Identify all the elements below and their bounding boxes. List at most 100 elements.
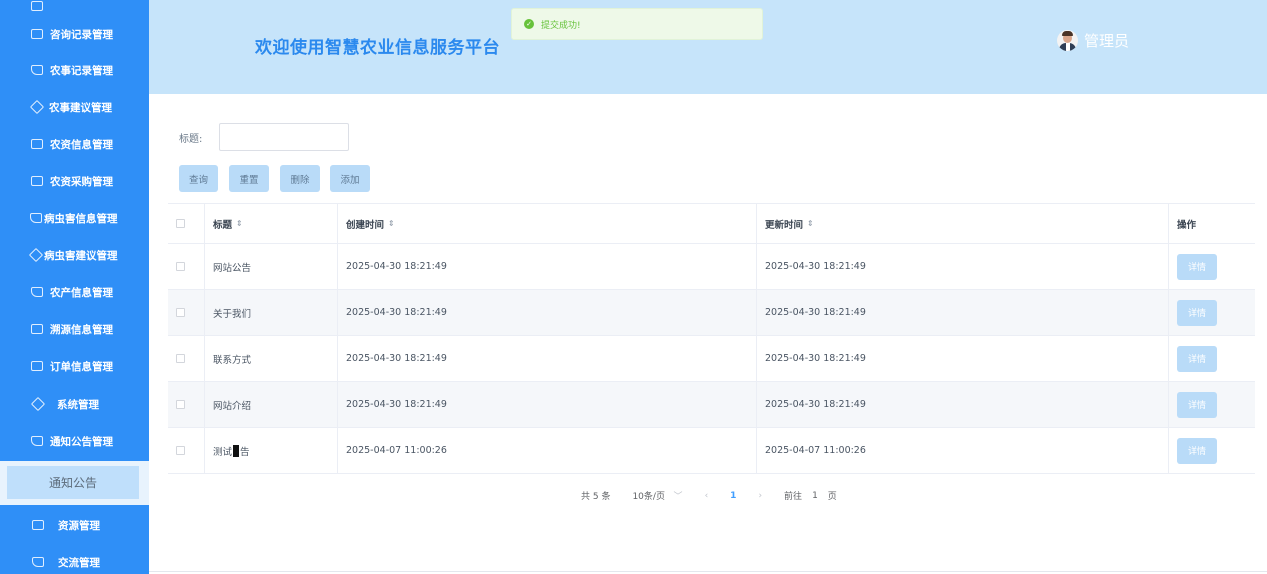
diamond-icon [28, 247, 44, 263]
checkbox-cell [168, 244, 205, 289]
sidebar-item-product-info[interactable]: 农产信息管理 [0, 274, 149, 310]
table-header-row: 标题 ⇕ 创建时间 ⇕ 更新时间 ⇕ 操作 [168, 204, 1255, 244]
toast-message: 提交成功! [541, 20, 581, 31]
search-title-input[interactable] [219, 123, 349, 151]
sidebar-item-resource[interactable]: 资源管理 [0, 507, 149, 543]
sidebar-item-label: 农事建议管理 [49, 101, 112, 114]
sidebar-item-farm-advice[interactable]: 农事建议管理 [0, 89, 149, 125]
pagination: 共 5 条 10条/页 ﹀ ‹ 1 › 前往 1 页 [581, 489, 837, 503]
row-checkbox[interactable] [176, 446, 185, 455]
sidebar-item-label: 通知公告管理 [50, 435, 113, 448]
success-toast: ✓ 提交成功! [511, 8, 763, 40]
created-cell: 2025-04-30 18:21:49 [338, 290, 757, 335]
created-cell: 2025-04-30 18:21:49 [338, 244, 757, 289]
checkbox-cell [168, 290, 205, 335]
title-cell: 网站介绍 [205, 382, 338, 427]
edit-icon [31, 287, 43, 297]
sidebar-item-label: 病虫害信息管理 [44, 212, 118, 225]
bottom-divider [149, 571, 1267, 572]
sidebar-item-supply-info[interactable]: 农资信息管理 [0, 126, 149, 162]
row-checkbox[interactable] [176, 400, 185, 409]
detail-button[interactable]: 详情 [1177, 253, 1217, 280]
updated-cell: 2025-04-30 18:21:49 [757, 244, 1169, 289]
chart-icon [31, 361, 43, 371]
query-button[interactable]: 查询 [179, 165, 218, 192]
detail-button[interactable]: 详情 [1177, 391, 1217, 418]
sidebar-item-exchange[interactable]: 交流管理 [0, 544, 149, 574]
user-menu[interactable]: 管理员 [1057, 30, 1129, 51]
diamond-icon [30, 396, 46, 412]
next-page-icon[interactable]: › [758, 491, 762, 501]
detail-button[interactable]: 详情 [1177, 345, 1217, 372]
updated-cell: 2025-04-30 18:21:49 [757, 290, 1169, 335]
sidebar-item-label: 交流管理 [58, 556, 100, 569]
actions-cell: 详情 [1169, 336, 1255, 381]
delete-button[interactable]: 删除 [280, 165, 320, 192]
actions-cell: 详情 [1169, 428, 1255, 473]
sidebar-item-supply-purchase[interactable]: 农资采购管理 [0, 163, 149, 199]
edit-icon [31, 65, 43, 75]
header: 欢迎使用智慧农业信息服务平台 ✓ 提交成功! 管理员 [149, 0, 1267, 94]
actions-cell: 详情 [1169, 382, 1255, 427]
column-label: 更新时间 [765, 219, 804, 231]
checkbox-cell [168, 336, 205, 381]
title-cell: 测试告 [205, 428, 338, 473]
select-all-checkbox[interactable] [176, 219, 185, 228]
edit-icon [30, 213, 42, 223]
header-updated[interactable]: 更新时间 ⇕ [757, 204, 1169, 243]
sidebar-item-consult[interactable]: 咨询记录管理 [0, 16, 149, 52]
sidebar-item-label: 订单信息管理 [50, 360, 113, 373]
sidebar-item-label: 病虫害建议管理 [44, 249, 118, 262]
reset-button[interactable]: 重置 [229, 165, 269, 192]
search-title-label: 标题: [179, 134, 203, 145]
sidebar-item-label: 农资信息管理 [50, 138, 113, 151]
sidebar-subitem-notice: 通知公告 [0, 461, 149, 505]
row-checkbox[interactable] [176, 308, 185, 317]
detail-button[interactable]: 详情 [1177, 299, 1217, 326]
page-number[interactable]: 1 [730, 491, 736, 501]
updated-cell: 2025-04-07 11:00:26 [757, 428, 1169, 473]
sort-icon[interactable]: ⇕ [807, 219, 814, 228]
sidebar-item-label: 溯源信息管理 [50, 323, 113, 336]
sidebar-subitem-notice-active[interactable]: 通知公告 [7, 466, 139, 499]
table-row: 网站介绍 2025-04-30 18:21:49 2025-04-30 18:2… [168, 382, 1255, 428]
column-label: 创建时间 [346, 219, 385, 231]
sidebar-item-farm-record[interactable]: 农事记录管理 [0, 52, 149, 88]
created-cell: 2025-04-07 11:00:26 [338, 428, 757, 473]
page-size-select[interactable]: 10条/页 ﹀ [632, 489, 682, 502]
sidebar-item-pest-advice[interactable]: 病虫害建议管理 [0, 237, 149, 273]
add-button[interactable]: 添加 [330, 165, 370, 192]
sidebar-item-notice-manage[interactable]: 通知公告管理 [0, 423, 149, 459]
sidebar-item-trace-info[interactable]: 溯源信息管理 [0, 311, 149, 347]
updated-cell: 2025-04-30 18:21:49 [757, 336, 1169, 381]
sort-icon[interactable]: ⇕ [388, 219, 395, 228]
table-row: 网站公告 2025-04-30 18:21:49 2025-04-30 18:2… [168, 244, 1255, 290]
sidebar-item-system[interactable]: 系统管理 [0, 386, 149, 422]
detail-button[interactable]: 详情 [1177, 437, 1217, 464]
goto-page-input[interactable]: 1 [812, 491, 818, 501]
avatar [1057, 30, 1078, 51]
header-actions: 操作 [1169, 204, 1255, 243]
sidebar-item-label: 资源管理 [58, 519, 100, 532]
goto-prefix: 前往 [784, 492, 803, 502]
user-name: 管理员 [1084, 32, 1130, 50]
sidebar-item-order-info[interactable]: 订单信息管理 [0, 348, 149, 384]
sidebar-item-label: 农资采购管理 [50, 175, 113, 188]
created-cell: 2025-04-30 18:21:49 [338, 382, 757, 427]
chevron-down-icon: ﹀ [667, 492, 683, 502]
header-title[interactable]: 标题 ⇕ [205, 204, 338, 243]
row-checkbox[interactable] [176, 354, 185, 363]
sidebar: 咨询记录管理 农事记录管理 农事建议管理 农资信息管理 农资采购管理 病虫害信息… [0, 0, 149, 574]
sort-icon[interactable]: ⇕ [236, 219, 243, 228]
sidebar-item-pest-info[interactable]: 病虫害信息管理 [0, 200, 149, 236]
sidebar-item-label: 农事记录管理 [50, 64, 113, 77]
site-title: 欢迎使用智慧农业信息服务平台 [255, 38, 500, 58]
row-checkbox[interactable] [176, 262, 185, 271]
prev-page-icon[interactable]: ‹ [705, 491, 709, 501]
actions-cell: 详情 [1169, 290, 1255, 335]
chart-icon [31, 1, 43, 11]
header-created[interactable]: 创建时间 ⇕ [338, 204, 757, 243]
column-label: 操作 [1177, 219, 1197, 231]
edit-icon [32, 557, 44, 567]
goto-suffix: 页 [827, 492, 837, 502]
